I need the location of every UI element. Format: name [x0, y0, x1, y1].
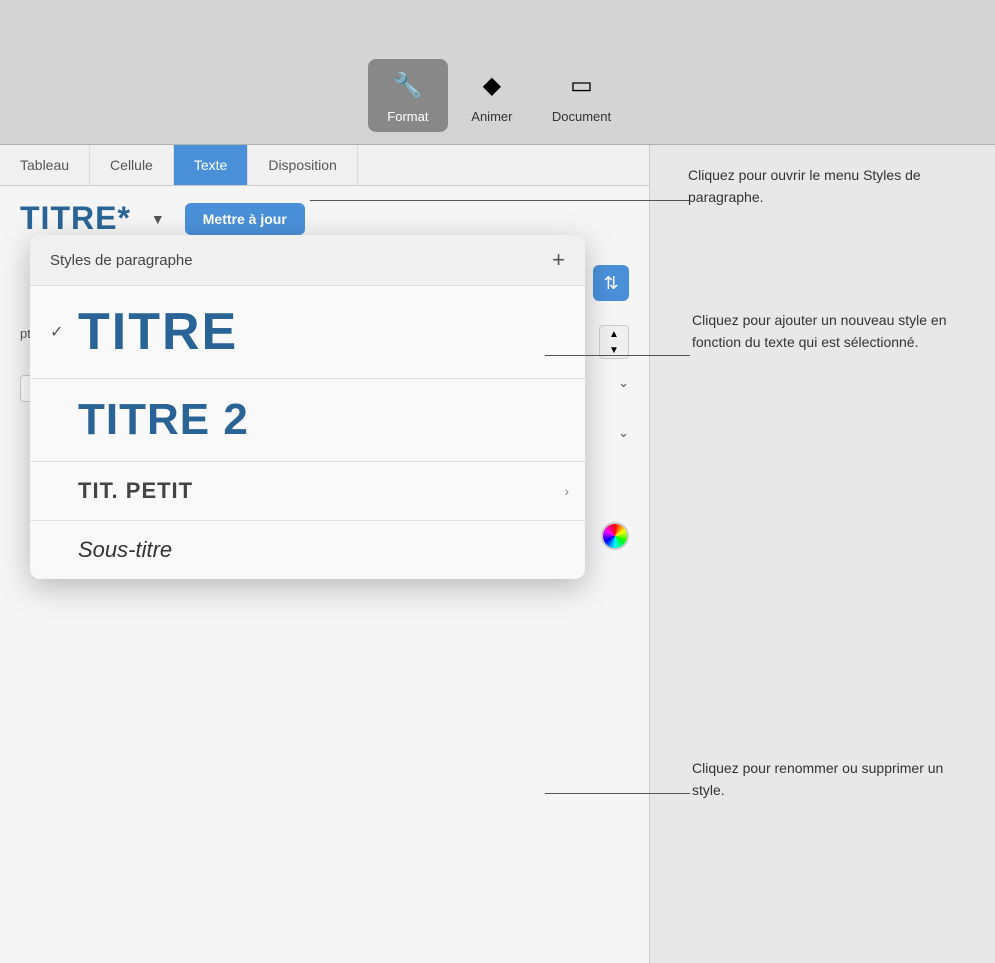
annotation-line-2: [545, 355, 690, 356]
current-style-name[interactable]: TITRE*: [20, 200, 131, 237]
chevron-right-icon: ›: [564, 483, 569, 499]
spinner-control[interactable]: ⇅: [593, 265, 629, 301]
animate-button[interactable]: ◆ Animer: [452, 59, 532, 132]
styles-dropdown-panel: Styles de paragraphe + ✓ TITRE TITRE 2 T…: [30, 235, 585, 579]
animate-icon: ◆: [474, 67, 510, 103]
animate-label: Animer: [471, 109, 512, 124]
tab-disposition[interactable]: Disposition: [248, 145, 357, 185]
dropdown-arrow: ⌄: [618, 375, 629, 391]
annotation-text-1: Cliquez pour ouvrir le menu Styles de pa…: [688, 165, 978, 208]
checkmark-titre: ✓: [50, 322, 66, 342]
style-item-titre[interactable]: ✓ TITRE: [30, 286, 585, 379]
style-titre-label: TITRE: [78, 302, 238, 362]
styles-dropdown-title: Styles de paragraphe: [50, 252, 193, 269]
annotation-line-1: [310, 200, 690, 201]
style-titpetit-label: TIT. PETIT: [78, 478, 193, 504]
style-item-titpetit[interactable]: TIT. PETIT ›: [30, 462, 585, 521]
stepper-control[interactable]: ▲ ▼: [599, 325, 629, 359]
format-label: Format: [387, 109, 428, 124]
tab-cellule[interactable]: Cellule: [90, 145, 174, 185]
color-wheel-button[interactable]: [601, 522, 629, 550]
style-dropdown-arrow[interactable]: ▼: [151, 211, 165, 227]
style-soustitre-label: Sous-titre: [78, 537, 172, 563]
style-item-titre2[interactable]: TITRE 2: [30, 379, 585, 462]
add-style-button[interactable]: +: [552, 249, 565, 271]
tab-tableau[interactable]: Tableau: [0, 145, 90, 185]
document-icon: ▭: [564, 67, 600, 103]
color-dropdown: ⌄: [618, 425, 629, 441]
format-icon: 🔧: [390, 67, 426, 103]
annotation-text-2: Cliquez pour ajouter un nouveau style en…: [692, 310, 977, 353]
stepper-up[interactable]: ▲: [600, 326, 628, 342]
document-button[interactable]: ▭ Document: [536, 59, 627, 132]
toolbar: 🔧 Format ◆ Animer ▭ Document: [0, 0, 995, 145]
update-style-button[interactable]: Mettre à jour: [185, 203, 305, 235]
tabs-bar: Tableau Cellule Texte Disposition: [0, 145, 649, 186]
annotation-line-3: [545, 793, 690, 794]
annotation-text-3: Cliquez pour renommer ou supprimer un st…: [692, 758, 977, 801]
format-button[interactable]: 🔧 Format: [368, 59, 448, 132]
styles-dropdown-header: Styles de paragraphe +: [30, 235, 585, 286]
tab-texte[interactable]: Texte: [174, 145, 248, 185]
document-label: Document: [552, 109, 611, 124]
style-item-soustitre[interactable]: Sous-titre: [30, 521, 585, 579]
style-titre2-label: TITRE 2: [78, 395, 249, 445]
